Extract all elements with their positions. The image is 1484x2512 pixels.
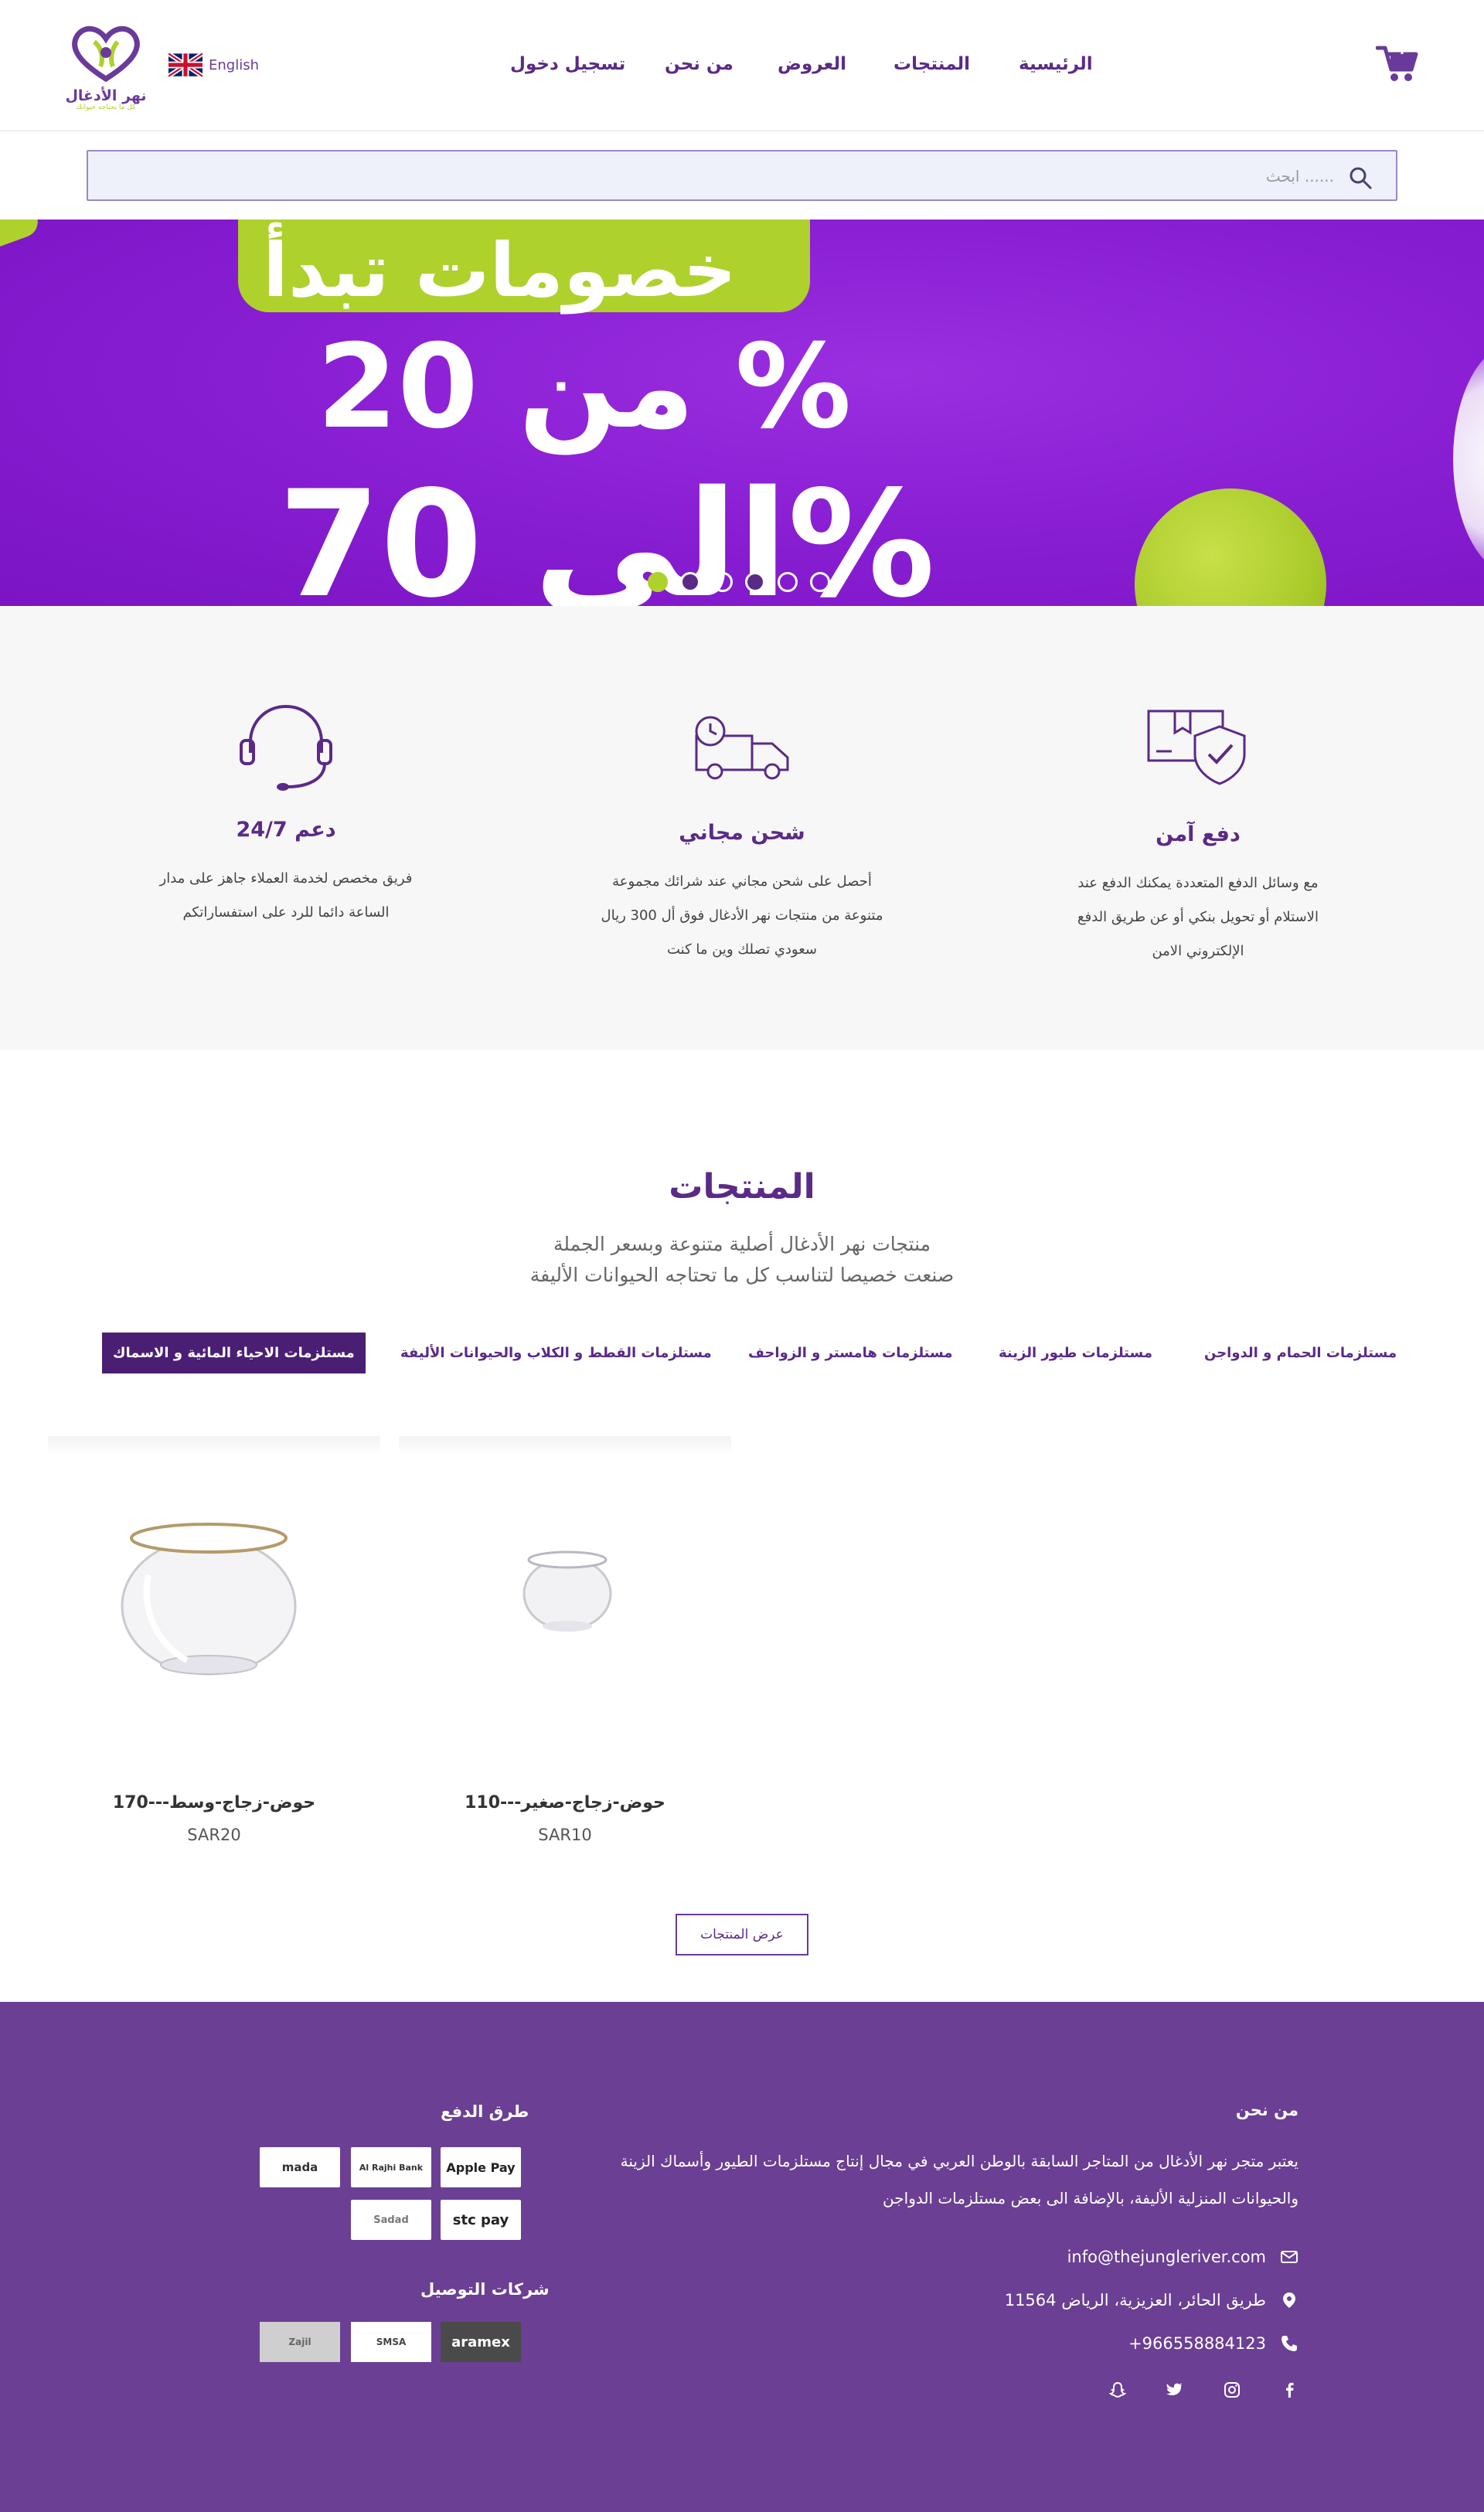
products-subtitle-line: صنعت خصيصا لتناسب كل ما تحتاجه الحيوانات… — [529, 1264, 955, 1286]
payment-apple-pay: Apple Pay — [441, 2147, 521, 2187]
banner-top-text: خصومات تبدأ — [263, 227, 737, 314]
footer-email[interactable]: info@thejungleriver.com — [1067, 2248, 1298, 2266]
feature-support: دعم 24/7 فريق مخصص لخدمة العملاء جاهز عل… — [124, 699, 448, 930]
footer-email-text[interactable]: info@thejungleriver.com — [1067, 2248, 1266, 2266]
nav-home[interactable]: الرئيسية — [1019, 54, 1093, 74]
feature-free-shipping: شحن مجاني أحصل على شحن مجاني عند شرائك م… — [580, 714, 904, 967]
shipping-zajil: Zajil — [260, 2322, 340, 2362]
feature-text: الساعة دائما للرد على استفساراتكم — [182, 904, 390, 921]
footer-shipping-title: شركات التوصيل — [420, 2280, 550, 2299]
footer-about-text: يعتبر متجر نهر الأدغال من المتاجر السابق… — [541, 2143, 1298, 2217]
delivery-truck-icon — [695, 716, 789, 780]
site-footer: من نحن يعتبر متجر نهر الأدغال من المتاجر… — [0, 2002, 1484, 2512]
hero-banner[interactable]: خصومات تبدأ من 20 % الى 70% — [0, 220, 1484, 606]
footer-phone[interactable]: +966558884123 — [1128, 2334, 1298, 2353]
phone-icon — [1281, 2336, 1297, 2351]
twitter-icon[interactable] — [1166, 2381, 1184, 2399]
payment-al-rajhi: Al Rajhi Bank — [351, 2147, 431, 2187]
pet-fur-image — [1453, 343, 1484, 575]
instagram-icon[interactable] — [1223, 2381, 1241, 2399]
shipping-aramex: aramex — [441, 2322, 521, 2362]
search-bar — [87, 150, 1397, 201]
footer-address-text: طريق الحائر، العزيزية، الرياض 11564 — [1004, 2291, 1266, 2309]
feature-text: أحصل على شحن مجاني عند شرائك مجموعة — [612, 873, 872, 890]
secure-payment-icon — [1147, 710, 1246, 785]
search-icon[interactable] — [1348, 165, 1373, 190]
view-products-button[interactable]: عرض المنتجات — [676, 1914, 808, 1955]
slider-dot-2[interactable] — [680, 572, 700, 592]
tab-aquatic[interactable]: مستلزمات الاحياء المائية و الاسماك — [102, 1333, 366, 1373]
feature-title-support: دعم 24/7 — [236, 818, 336, 842]
fish-bowl-medium-image — [121, 1523, 297, 1676]
slider-dot-5[interactable] — [778, 572, 798, 592]
social-links — [1108, 2381, 1298, 2399]
fish-bowl-small-image — [522, 1550, 612, 1632]
product-card[interactable]: حوض-زجاج-وسط---170 SAR20 — [48, 1436, 380, 1853]
payment-mada: mada — [260, 2147, 340, 2187]
footer-about-line: والحيوانات المنزلية الأليفة، بالإضافة ال… — [883, 2189, 1298, 2207]
product-card[interactable]: حوض-زجاج-صغير---110 SAR10 — [399, 1436, 731, 1853]
slider-dot-3[interactable] — [713, 572, 733, 592]
feature-secure-payment: دفع آمن مع وسائل الدفع المتعددة يمكنك ال… — [1036, 706, 1360, 968]
tab-birds[interactable]: مستلزمات طيور الزينة — [999, 1345, 1152, 1361]
slider-dot-4[interactable] — [745, 572, 765, 592]
product-name[interactable]: حوض-زجاج-صغير---110 — [399, 1793, 731, 1813]
footer-phone-text[interactable]: +966558884123 — [1128, 2334, 1266, 2353]
map-pin-icon — [1283, 2292, 1295, 2308]
logo-tagline: كل ما يحتاجه حيوانك — [76, 104, 136, 111]
snapchat-icon[interactable] — [1108, 2381, 1127, 2399]
language-switch[interactable]: English — [168, 51, 259, 79]
envelope-icon — [1281, 2251, 1298, 2263]
nav-login[interactable]: تسجيل دخول — [510, 54, 625, 74]
facebook-icon[interactable] — [1280, 2381, 1298, 2399]
tennis-ball-image — [1135, 488, 1326, 606]
shipping-smsa: SMSA — [351, 2322, 431, 2362]
slider-dots — [648, 572, 830, 592]
footer-about-title: من نحن — [1235, 2101, 1298, 2119]
feature-text: فريق مخصص لخدمة العملاء جاهز على مدار — [159, 870, 413, 887]
feature-title-secure-payment: دفع آمن — [1156, 822, 1241, 846]
products-subtitle: منتجات نهر الأدغال أصلية متنوعة وبسعر ال… — [0, 1229, 1484, 1291]
search-input[interactable] — [252, 162, 1334, 190]
banner-bone-shape — [0, 220, 43, 253]
logo-text: نهر الأدغال — [65, 87, 147, 104]
tab-hamster-reptiles[interactable]: مستلزمات هامستر و الزواحف — [748, 1345, 952, 1361]
language-label: English — [209, 56, 259, 73]
products-title: المنتجات — [669, 1167, 815, 1207]
logo-heart-icon — [72, 26, 140, 83]
payment-stc-pay: stc pay — [441, 2200, 521, 2240]
products-subtitle-line: منتجات نهر الأدغال أصلية متنوعة وبسعر ال… — [553, 1233, 931, 1255]
feature-text: الاستلام أو تحويل بنكي أو عن طريق الدفع — [1077, 909, 1319, 925]
product-image[interactable] — [399, 1436, 731, 1745]
payment-sadad: Sadad — [351, 2200, 431, 2240]
slider-dot-6[interactable] — [810, 572, 830, 592]
slider-dot-1[interactable] — [648, 572, 668, 592]
footer-about-line: يعتبر متجر نهر الأدغال من المتاجر السابق… — [620, 2152, 1298, 2170]
product-image[interactable] — [48, 1436, 380, 1745]
feature-title-free-shipping: شحن مجاني — [679, 821, 805, 845]
site-header: الرئيسية المنتجات العروض من نحن تسجيل دخ… — [0, 0, 1484, 131]
nav-products[interactable]: المنتجات — [893, 54, 970, 74]
feature-text: متنوعة من منتجات نهر الأدغال فوق أل 300 … — [601, 907, 883, 924]
product-name[interactable]: حوض-زجاج-وسط---170 — [48, 1793, 380, 1813]
headset-icon — [240, 704, 332, 791]
features-section: دفع آمن مع وسائل الدفع المتعددة يمكنك ال… — [0, 606, 1484, 1050]
tab-poultry[interactable]: مستلزمات الحمام و الدواجن — [1204, 1345, 1397, 1361]
banner-line-1: من 20 % — [317, 320, 852, 454]
nav-about[interactable]: من نحن — [665, 54, 733, 74]
nav-offers[interactable]: العروض — [778, 54, 846, 74]
footer-address: طريق الحائر، العزيزية، الرياض 11564 — [1005, 2291, 1298, 2309]
product-price: SAR20 — [187, 1826, 241, 1844]
uk-flag-icon — [168, 52, 203, 78]
product-price: SAR10 — [538, 1826, 592, 1844]
feature-text: مع وسائل الدفع المتعددة يمكنك الدفع عند — [1077, 875, 1319, 891]
site-logo[interactable]: نهر الأدغال كل ما يحتاجه حيوانك — [63, 25, 148, 111]
banner-line-2: الى 70% — [278, 459, 935, 606]
footer-payment-title: طرق الدفع — [441, 2102, 529, 2121]
feature-text: سعودي تصلك وين ما كنت — [666, 941, 817, 958]
tab-cats-dogs[interactable]: مستلزمات القطط و الكلاب والحيوانات الألي… — [400, 1345, 712, 1361]
feature-text: الإلكتروني الامن — [1152, 943, 1244, 959]
